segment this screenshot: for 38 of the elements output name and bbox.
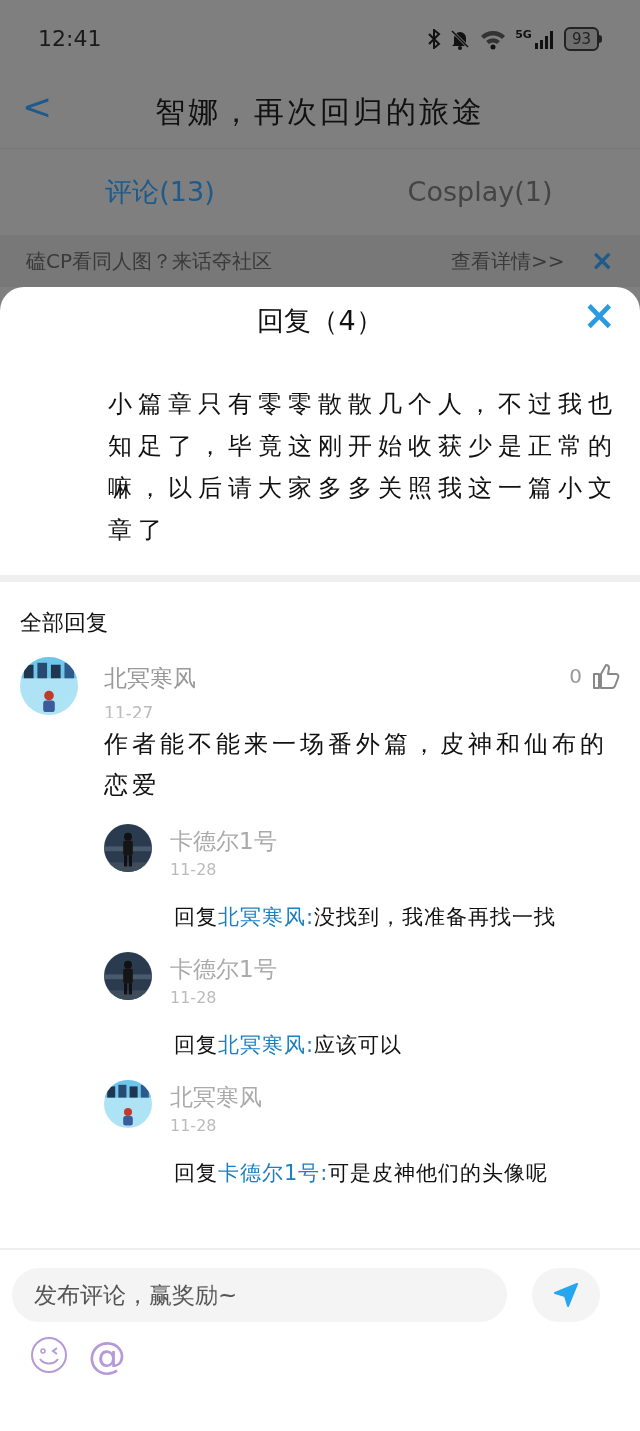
page-title: 智娜，再次回归的旅途 xyxy=(155,93,485,131)
send-icon xyxy=(553,1282,579,1308)
clock-time: 12:41 xyxy=(38,25,102,53)
reply-text: 回复卡德尔1号:可是皮神他们的头像呢 xyxy=(174,1160,550,1187)
author-name: 北冥寒风 xyxy=(104,664,197,693)
like-count: 0 xyxy=(569,663,582,691)
tab[interactable]: 评论(13) xyxy=(0,149,320,235)
network-label: 5G xyxy=(515,28,532,40)
post-text: 小篇章只有零零散散几个人，不过我也知足了，毕竟这刚开始收获少是正常的嘛，以后请大家多多关照我这一篇小文章了 xyxy=(108,389,619,546)
reply-date: 11-28 xyxy=(170,859,218,881)
back-button[interactable]: < xyxy=(22,89,53,125)
close-button[interactable]: × xyxy=(582,295,616,335)
user-link[interactable]: 北冥寒风: xyxy=(218,905,315,929)
comment-text: 作者能不能来一场番外篇，皮神和仙布的恋爱 xyxy=(104,728,609,801)
reply-text: 回复北冥寒风:没找到，我准备再找一找 xyxy=(174,904,558,931)
details-link[interactable]: 查看详情>> xyxy=(451,246,565,276)
tab[interactable]: Cosplay(1) xyxy=(320,149,640,235)
reply-date: 11-28 xyxy=(170,1115,218,1137)
comment-field[interactable]: 发布评论，赢奖励~ xyxy=(12,1268,507,1322)
author-name: 卡德尔1号 xyxy=(170,954,277,984)
thumbs-up-icon[interactable] xyxy=(592,662,620,691)
battery-tip xyxy=(599,34,602,43)
user-link[interactable]: 北冥寒风: xyxy=(218,1033,315,1057)
reply-date: 11-28 xyxy=(170,987,218,1009)
muted-bell-icon xyxy=(449,27,472,50)
close-button[interactable]: × xyxy=(590,247,614,275)
emoji-icon[interactable] xyxy=(30,1336,68,1374)
user-link[interactable]: 卡德尔1号: xyxy=(218,1161,329,1185)
author-name: 卡德尔1号 xyxy=(170,826,277,856)
section-title: 全部回复 xyxy=(20,609,109,637)
reply-text: 回复北冥寒风:应该可以 xyxy=(174,1032,404,1059)
signal-icon xyxy=(533,28,556,49)
mention-button[interactable]: @ xyxy=(88,1336,126,1374)
battery-level: 93 xyxy=(563,26,599,51)
author-name: 北冥寒风 xyxy=(170,1082,262,1112)
sheet-title: 回复（4） xyxy=(257,303,383,338)
bluetooth-icon xyxy=(427,28,442,49)
banner-text: 磕CP看同人图？来话夺社区 xyxy=(26,248,274,275)
